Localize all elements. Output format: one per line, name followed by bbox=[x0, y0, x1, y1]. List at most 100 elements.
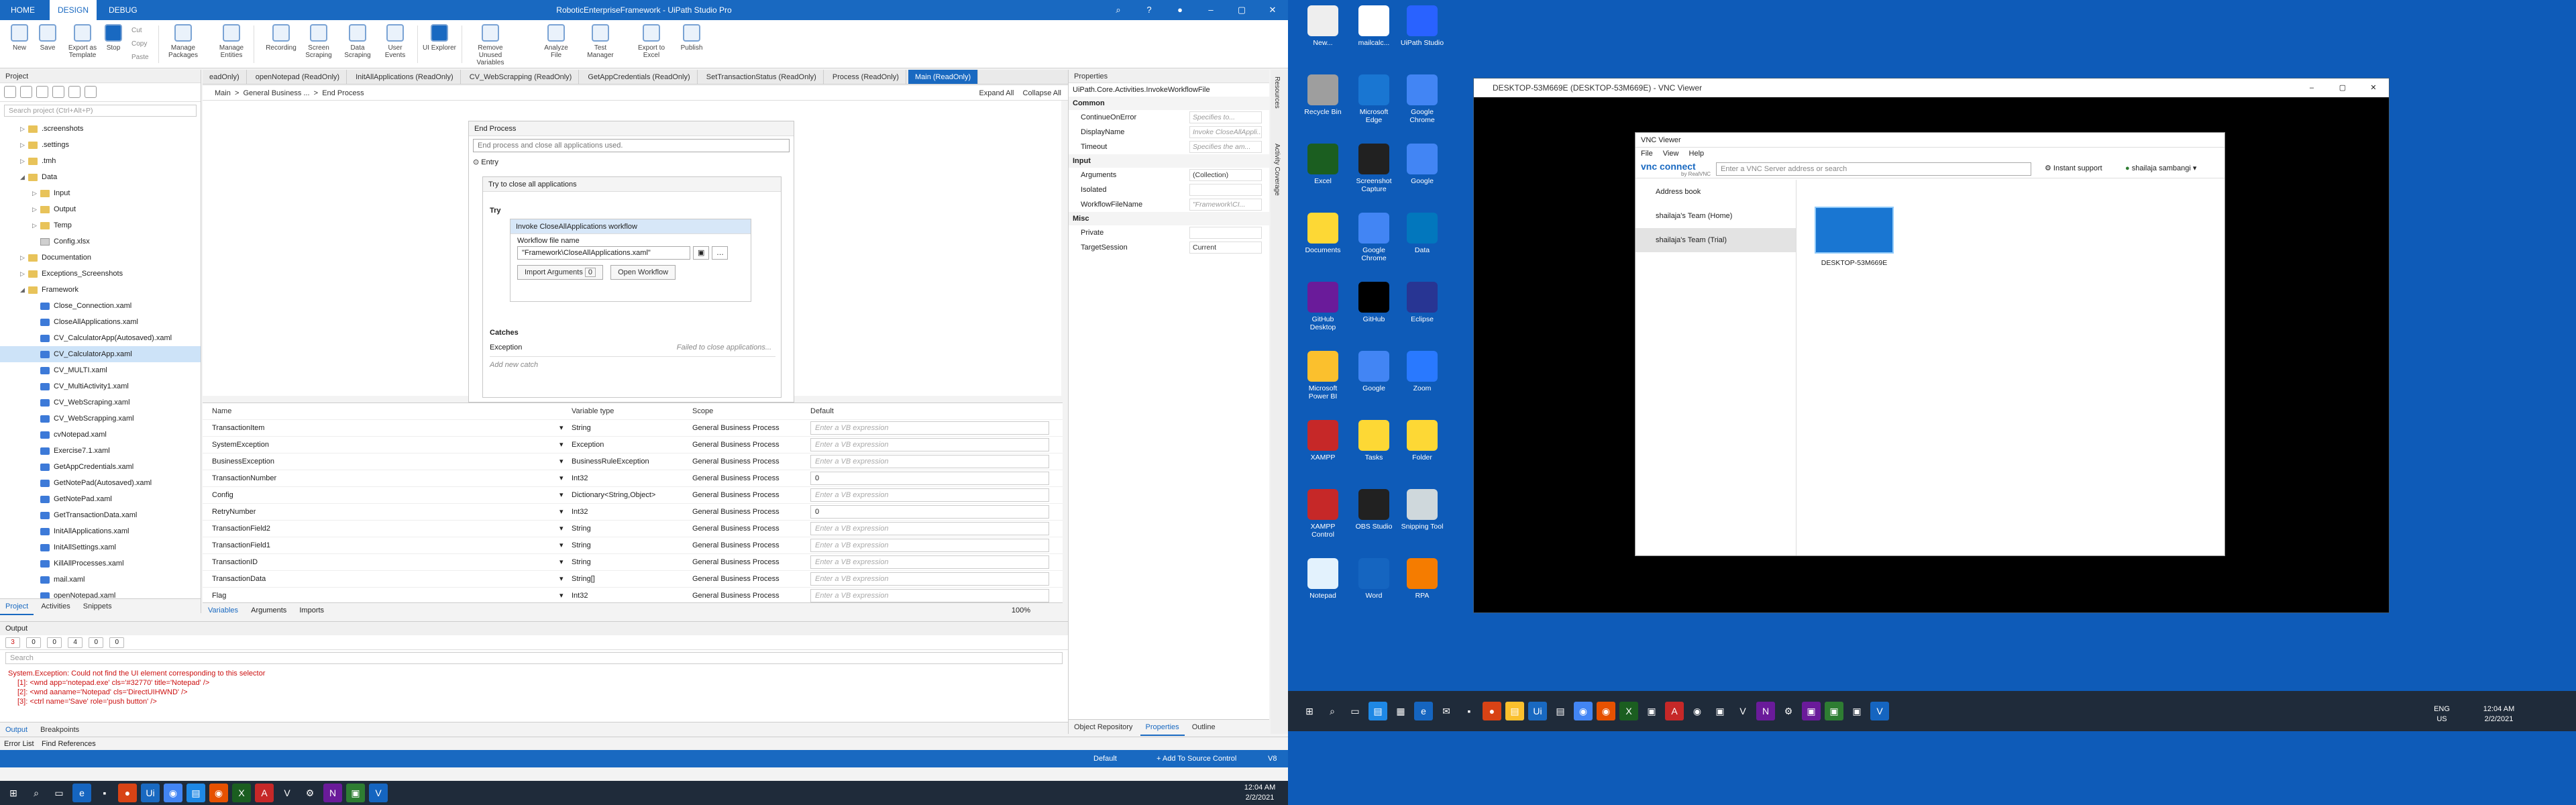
variable-row[interactable]: RetryNumber ▾ Int32 General Business Proces… bbox=[203, 504, 1063, 521]
variable-row[interactable]: TransactionItem ▾ String General Business P… bbox=[203, 420, 1063, 437]
search-icon[interactable]: ⌕ bbox=[1103, 0, 1134, 20]
desktop-icon[interactable]: Word bbox=[1351, 558, 1397, 600]
dropdown-icon[interactable]: ▾ bbox=[559, 437, 564, 453]
expand-icon[interactable] bbox=[4, 86, 16, 98]
avatar[interactable]: ● bbox=[1165, 0, 1195, 20]
property-value[interactable] bbox=[1189, 227, 1262, 239]
expand-arrow-icon[interactable]: ▷ bbox=[20, 121, 28, 137]
tree-item[interactable]: CV_MULTI.xaml bbox=[0, 362, 201, 378]
vnc-viewer-window[interactable]: DESKTOP-53M669E (DESKTOP-53M669E) - VNC … bbox=[1473, 78, 2390, 613]
close-icon[interactable]: ✕ bbox=[1257, 0, 1288, 20]
menu-view[interactable]: View bbox=[1663, 150, 1679, 158]
tab-resources[interactable]: Resources bbox=[1273, 76, 1281, 109]
property-value[interactable]: Current bbox=[1189, 241, 1262, 254]
expand-arrow-icon[interactable]: ▷ bbox=[32, 217, 40, 233]
breadcrumb-item[interactable]: End Process bbox=[322, 89, 364, 97]
sidebar-item-team-trial[interactable]: shailaja's Team (Trial) bbox=[1635, 228, 1796, 252]
desktop-icon[interactable]: XAMPP Control bbox=[1300, 489, 1346, 539]
mail-icon[interactable]: ✉ bbox=[1437, 702, 1456, 720]
vscode-icon[interactable]: V bbox=[1870, 702, 1889, 720]
tree-item[interactable]: GetNotePad(Autosaved).xaml bbox=[0, 475, 201, 491]
minimize-icon[interactable]: – bbox=[1195, 0, 1226, 20]
export-excel-button[interactable]: Export to Excel bbox=[633, 23, 669, 66]
desktop-icon[interactable]: Data bbox=[1399, 213, 1445, 254]
maximize-icon[interactable]: ▢ bbox=[1226, 0, 1257, 20]
terminal-icon[interactable]: ▪ bbox=[95, 784, 114, 802]
desktop-icon[interactable]: Google Chrome bbox=[1351, 213, 1397, 262]
warning-filter[interactable]: 0 bbox=[26, 637, 42, 648]
windows-start-icon[interactable]: ⊞ bbox=[1300, 702, 1319, 720]
desktop-icon[interactable]: UiPath Studio bbox=[1399, 5, 1445, 47]
orchestrator-default[interactable]: Default bbox=[1093, 750, 1117, 767]
doc-tab-active[interactable]: Main (ReadOnly) bbox=[908, 70, 979, 84]
expand-arrow-icon[interactable]: ▷ bbox=[20, 137, 28, 153]
zoom-level[interactable]: 100% bbox=[1006, 603, 1036, 618]
desktop-icon[interactable]: Documents bbox=[1300, 213, 1346, 254]
variable-scope[interactable]: General Business Process bbox=[692, 453, 780, 470]
breadcrumb-item[interactable]: General Business ... bbox=[244, 89, 310, 97]
data-scraping-button[interactable]: Data Scraping bbox=[339, 23, 376, 66]
tab-debug[interactable]: DEBUG bbox=[101, 0, 146, 20]
variable-row[interactable]: TransactionField2 ▾ String General Business… bbox=[203, 521, 1063, 537]
tree-item[interactable]: ▷ .settings bbox=[0, 137, 201, 153]
error-filter[interactable]: 3 bbox=[5, 637, 20, 648]
variable-default-input[interactable]: Enter a VB expression bbox=[810, 455, 1049, 468]
tree-item[interactable]: InitAllSettings.xaml bbox=[0, 539, 201, 555]
paste-button[interactable]: Paste bbox=[131, 54, 149, 61]
dropdown-icon[interactable]: ▾ bbox=[559, 504, 564, 521]
firefox-icon[interactable]: ◉ bbox=[209, 784, 228, 802]
vscode-icon[interactable]: V bbox=[369, 784, 388, 802]
variable-name[interactable]: Config bbox=[212, 487, 233, 504]
excel-icon[interactable]: X bbox=[232, 784, 251, 802]
remove-unused-variables-button[interactable]: Remove Unused Variables bbox=[468, 23, 513, 66]
copy-button[interactable]: Copy bbox=[131, 40, 147, 48]
tab-object-repository[interactable]: Object Repository bbox=[1069, 720, 1138, 735]
app-icon[interactable]: ▣ bbox=[1847, 702, 1866, 720]
app-icon[interactable]: ▣ bbox=[1711, 702, 1729, 720]
variable-type[interactable]: String bbox=[572, 554, 591, 571]
variable-row[interactable]: Config ▾ Dictionary<String,Object> General … bbox=[203, 487, 1063, 504]
variable-scope[interactable]: General Business Process bbox=[692, 571, 780, 588]
tab-snippets[interactable]: Snippets bbox=[78, 599, 117, 614]
computer-tile[interactable]: DESKTOP-53M669E bbox=[1813, 207, 1896, 267]
variable-default-input[interactable]: Enter a VB expression bbox=[810, 438, 1049, 451]
variable-name[interactable]: TransactionItem bbox=[212, 420, 264, 437]
expand-arrow-icon[interactable]: ▷ bbox=[32, 201, 40, 217]
variable-row[interactable]: TransactionField1 ▾ String General Business… bbox=[203, 537, 1063, 554]
menu-help[interactable]: Help bbox=[1689, 150, 1705, 158]
variable-name[interactable]: SystemException bbox=[212, 437, 269, 453]
doc-tab[interactable]: GetAppCredentials (ReadOnly) bbox=[581, 70, 698, 84]
variable-default-input[interactable]: Enter a VB expression bbox=[810, 555, 1049, 569]
dropdown-icon[interactable]: ▾ bbox=[559, 537, 564, 554]
vnc-icon[interactable]: V bbox=[1733, 702, 1752, 720]
variable-row[interactable]: TransactionID ▾ String General Business Pro… bbox=[203, 554, 1063, 571]
tree-item[interactable]: mail.xaml bbox=[0, 572, 201, 588]
onenote-icon[interactable]: N bbox=[1756, 702, 1775, 720]
property-section[interactable]: Common bbox=[1069, 97, 1269, 110]
desktop-icon[interactable]: Excel bbox=[1300, 144, 1346, 185]
show-all-icon[interactable] bbox=[52, 86, 64, 98]
trace-filter[interactable]: 4 bbox=[68, 637, 83, 648]
expand-arrow-icon[interactable]: ▷ bbox=[32, 185, 40, 201]
tree-item[interactable]: GetTransactionData.xaml bbox=[0, 507, 201, 523]
variable-scope[interactable]: General Business Process bbox=[692, 470, 780, 487]
dropdown-icon[interactable]: ▾ bbox=[559, 420, 564, 437]
variable-type[interactable]: Int32 bbox=[572, 504, 588, 521]
cut-button[interactable]: Cut bbox=[131, 27, 142, 34]
tab-activities[interactable]: Activities bbox=[36, 599, 75, 614]
sidebar-item-team-home[interactable]: shailaja's Team (Home) bbox=[1635, 204, 1796, 228]
folder-icon[interactable]: ▤ bbox=[1551, 702, 1570, 720]
variable-type[interactable]: Int32 bbox=[572, 470, 588, 487]
variable-name[interactable]: TransactionField2 bbox=[212, 521, 270, 537]
variable-type[interactable]: String bbox=[572, 537, 591, 554]
browse-folder-icon[interactable]: ▣ bbox=[693, 246, 709, 260]
search-icon[interactable]: ⌕ bbox=[27, 784, 46, 802]
desktop-icon[interactable]: Google Chrome bbox=[1399, 74, 1445, 124]
variable-name[interactable]: TransactionNumber bbox=[212, 470, 276, 487]
info-filter[interactable]: 0 bbox=[47, 637, 62, 648]
variable-name[interactable]: TransactionField1 bbox=[212, 537, 270, 554]
language-indicator[interactable]: ENG US bbox=[2428, 704, 2455, 724]
property-value[interactable]: Specifies to... bbox=[1189, 111, 1262, 123]
tree-item[interactable]: GetNotePad.xaml bbox=[0, 491, 201, 507]
menu-file[interactable]: File bbox=[1641, 150, 1653, 158]
